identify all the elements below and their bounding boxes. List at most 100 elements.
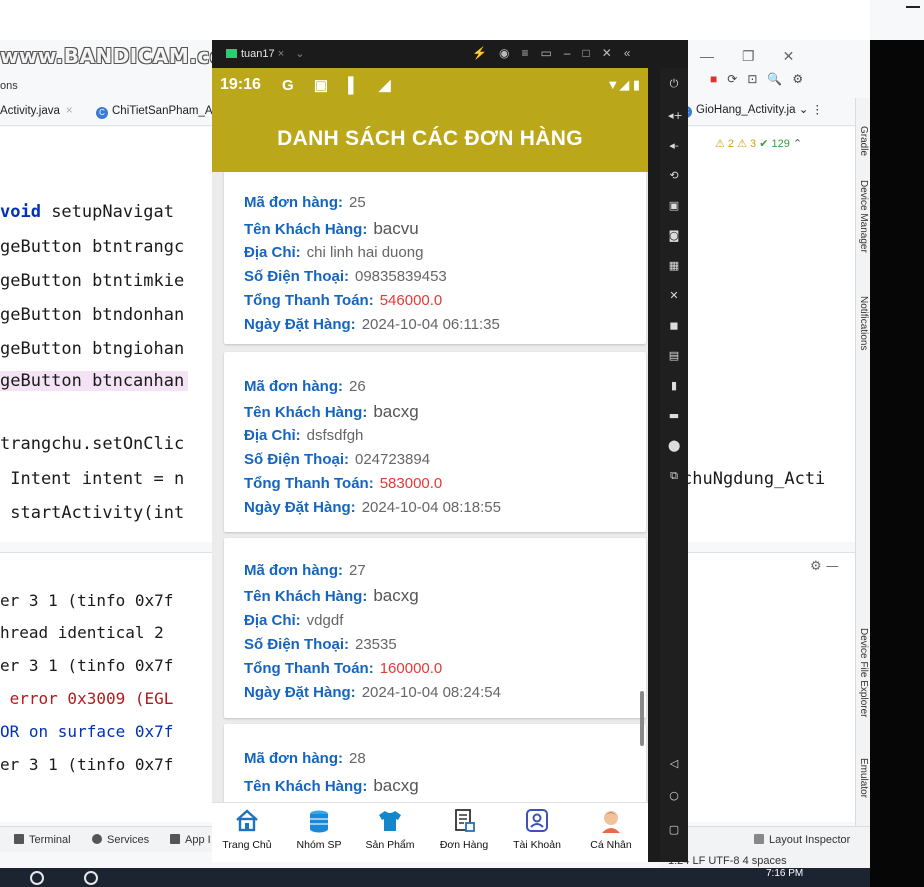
tool-label: Layout Inspector xyxy=(769,834,851,846)
phone-icon[interactable]: ▮ xyxy=(668,380,680,392)
typo-count: ✔ 129 xyxy=(759,138,790,150)
total-value: 583000.0 xyxy=(379,475,443,492)
order-card[interactable]: Mã đơn hàng: 26 Tên Khách Hàng: bacxg Địa … xyxy=(224,352,646,532)
close-icon[interactable]: × xyxy=(278,48,284,60)
screen-record-icon[interactable]: ▤ xyxy=(668,350,680,362)
volume-up-icon[interactable]: ◂+ xyxy=(668,110,683,122)
close-icon[interactable]: × xyxy=(66,105,73,117)
rotate-icon[interactable]: ⟲ xyxy=(668,170,680,182)
emulator-tab-label: tuan17 xyxy=(241,48,275,60)
location-icon[interactable]: ⬤ xyxy=(668,440,680,452)
emulator-side-toolbar: ⏻ ◂+ ◂- ⟲ ▣ ◙ ▦ ✕ ◼ ▤ ▮ ▬ ⬤ ⧉ ◁ ○ ▢ xyxy=(660,68,688,862)
order-card[interactable]: Mã đơn hàng: 27 Tên Khách Hàng: bacxg Địa … xyxy=(224,538,646,718)
minimize-icon[interactable]: — xyxy=(700,48,714,64)
order-card[interactable]: Mã đơn hàng: 28 Tên Khách Hàng: bacxg xyxy=(224,724,646,802)
overview-nav-icon[interactable]: ▢ xyxy=(668,824,680,836)
close-icon[interactable]: ✕ xyxy=(783,48,795,64)
gradle-tool[interactable]: Gradle xyxy=(858,126,869,156)
address-row: Địa Chỉ: chi linh hai duong xyxy=(244,244,423,261)
more-icon[interactable]: ⋮ xyxy=(812,104,824,116)
right-tool-strip: Gradle Device Manager Notifications Devi… xyxy=(855,98,870,826)
device-manager-tool[interactable]: Device Manager xyxy=(858,180,869,253)
home-nav-icon[interactable]: ○ xyxy=(668,790,680,802)
power-icon[interactable]: ⏻ xyxy=(668,78,680,90)
date-value: 2024-10-04 06:11:35 xyxy=(361,316,500,333)
app-icon[interactable] xyxy=(84,871,98,885)
inspection-widget[interactable]: ⚠ 2 ⚠ 3 ✔ 129 ⌃ xyxy=(715,137,802,150)
status-icons: G ▣ ▌ ◢ xyxy=(282,77,399,94)
log-line-error: error 0x3009 (EGL xyxy=(0,689,174,708)
services-icon xyxy=(92,834,102,844)
windows-taskbar: 7:16 PM xyxy=(0,868,870,887)
record-icon[interactable]: ▦ xyxy=(668,260,680,272)
camera-icon[interactable]: ◙ xyxy=(668,230,680,242)
bolt-icon[interactable]: ⚡ xyxy=(472,46,499,60)
total-value: 546000.0 xyxy=(379,292,443,309)
page-title: DANH SÁCH CÁC ĐƠN HÀNG xyxy=(277,127,583,150)
close-icon[interactable]: ✕ xyxy=(602,46,624,60)
order-id-label: Mã đơn hàng: xyxy=(244,562,343,579)
nav-tai-khoan[interactable]: Tài Khoản xyxy=(502,807,572,851)
customer-name-value: bacxg xyxy=(373,402,419,421)
extended-controls-icon[interactable]: ⧉ xyxy=(668,470,680,482)
chevron-down-icon[interactable]: ⌄ xyxy=(799,104,809,116)
terminal-tool-button[interactable]: Terminal xyxy=(14,834,71,846)
collapse-icon[interactable]: « xyxy=(624,46,643,60)
editor-tab-giohang[interactable]: CGioHang_Activity.ja ⌄ ⋮ xyxy=(680,102,823,118)
address-label: Địa Chỉ: xyxy=(244,427,301,444)
emulator-tool[interactable]: Emulator xyxy=(858,758,869,798)
scrollbar-thumb[interactable] xyxy=(640,691,644,746)
sync-icon[interactable]: ⟳ xyxy=(727,72,737,86)
code-line-right: chuNgdung_Acti xyxy=(682,469,826,489)
customer-name-label: Tên Khách Hàng: xyxy=(244,588,368,605)
screen-edge xyxy=(870,40,924,887)
window-icon[interactable]: ▭ xyxy=(540,46,563,60)
app-inspection-icon xyxy=(170,834,180,844)
order-card[interactable]: Mã đơn hàng: 25 Tên Khách Hàng: bacvu Địa … xyxy=(224,172,646,344)
volume-down-icon[interactable]: ◂- xyxy=(668,140,680,152)
nav-ca-nhan[interactable]: Cá Nhân xyxy=(576,807,646,851)
nav-san-pham[interactable]: Sản Phẩm xyxy=(355,807,425,851)
notifications-tool[interactable]: Notifications xyxy=(858,296,869,350)
order-id-value: 28 xyxy=(349,750,366,767)
order-id-row: Mã đơn hàng: 25 xyxy=(244,194,366,211)
fold-icon[interactable]: ✕ xyxy=(668,290,680,302)
minimize-icon[interactable]: – xyxy=(564,46,583,60)
search-icon[interactable]: 🔍 xyxy=(767,72,782,86)
code-line: geButton btntrangc xyxy=(0,237,185,257)
maximize-icon[interactable]: □ xyxy=(582,46,601,60)
menu-icon[interactable]: ≡ xyxy=(521,46,540,60)
order-id-row: Mã đơn hàng: 27 xyxy=(244,562,366,579)
nav-label: Nhóm SP xyxy=(296,839,342,851)
nav-nhom-sp[interactable]: Nhóm SP xyxy=(284,807,354,851)
app-icon[interactable] xyxy=(30,871,44,885)
order-list[interactable]: Mã đơn hàng: 25 Tên Khách Hàng: bacvu Địa … xyxy=(212,172,648,802)
settings-icon[interactable]: ◉ xyxy=(499,46,521,60)
display-icon[interactable]: ◼ xyxy=(668,320,680,332)
emulator-tab[interactable]: tuan17 × ⌄ xyxy=(226,47,304,60)
back-nav-icon[interactable]: ◁ xyxy=(668,758,680,770)
gear-icon[interactable]: ⚙ xyxy=(792,72,803,86)
ide-menu-fragment[interactable]: ons xyxy=(0,80,18,92)
tool-label: Services xyxy=(107,834,150,846)
layout-inspector-button[interactable]: Layout Inspector xyxy=(754,834,850,846)
log-line: hread identical 2 xyxy=(0,623,174,642)
screenshot-icon[interactable]: ▣ xyxy=(668,200,680,212)
date-row: Ngày Đặt Hàng: 2024-10-04 06:11:35 xyxy=(244,316,500,333)
chevron-down-icon[interactable]: ⌄ xyxy=(295,48,304,60)
nav-trang-chu[interactable]: Trang Chủ xyxy=(212,807,282,851)
nav-don-hang[interactable]: Đơn Hàng xyxy=(429,807,499,851)
inspect-icon[interactable]: ⊡ xyxy=(747,72,757,86)
editor-tab-chitiet[interactable]: C ChiTietSanPham_A xyxy=(96,105,213,119)
gear-icon[interactable]: ⚙ xyxy=(810,559,822,574)
device-file-explorer-tool[interactable]: Device File Explorer xyxy=(858,628,869,717)
editor-tab-activity[interactable]: Activity.java × xyxy=(0,105,73,117)
services-tool-button[interactable]: Services xyxy=(92,834,149,846)
app-inspection-tool-button[interactable]: App I xyxy=(170,834,211,846)
minimize-panel-icon[interactable]: — xyxy=(826,559,839,574)
restore-icon[interactable]: ❐ xyxy=(742,48,755,64)
folder-icon[interactable]: ▬ xyxy=(668,410,680,422)
stop-icon[interactable]: ■ xyxy=(710,72,717,86)
chevron-up-icon[interactable]: ⌃ xyxy=(793,138,802,150)
code-line: geButton btncanhan xyxy=(0,371,189,391)
